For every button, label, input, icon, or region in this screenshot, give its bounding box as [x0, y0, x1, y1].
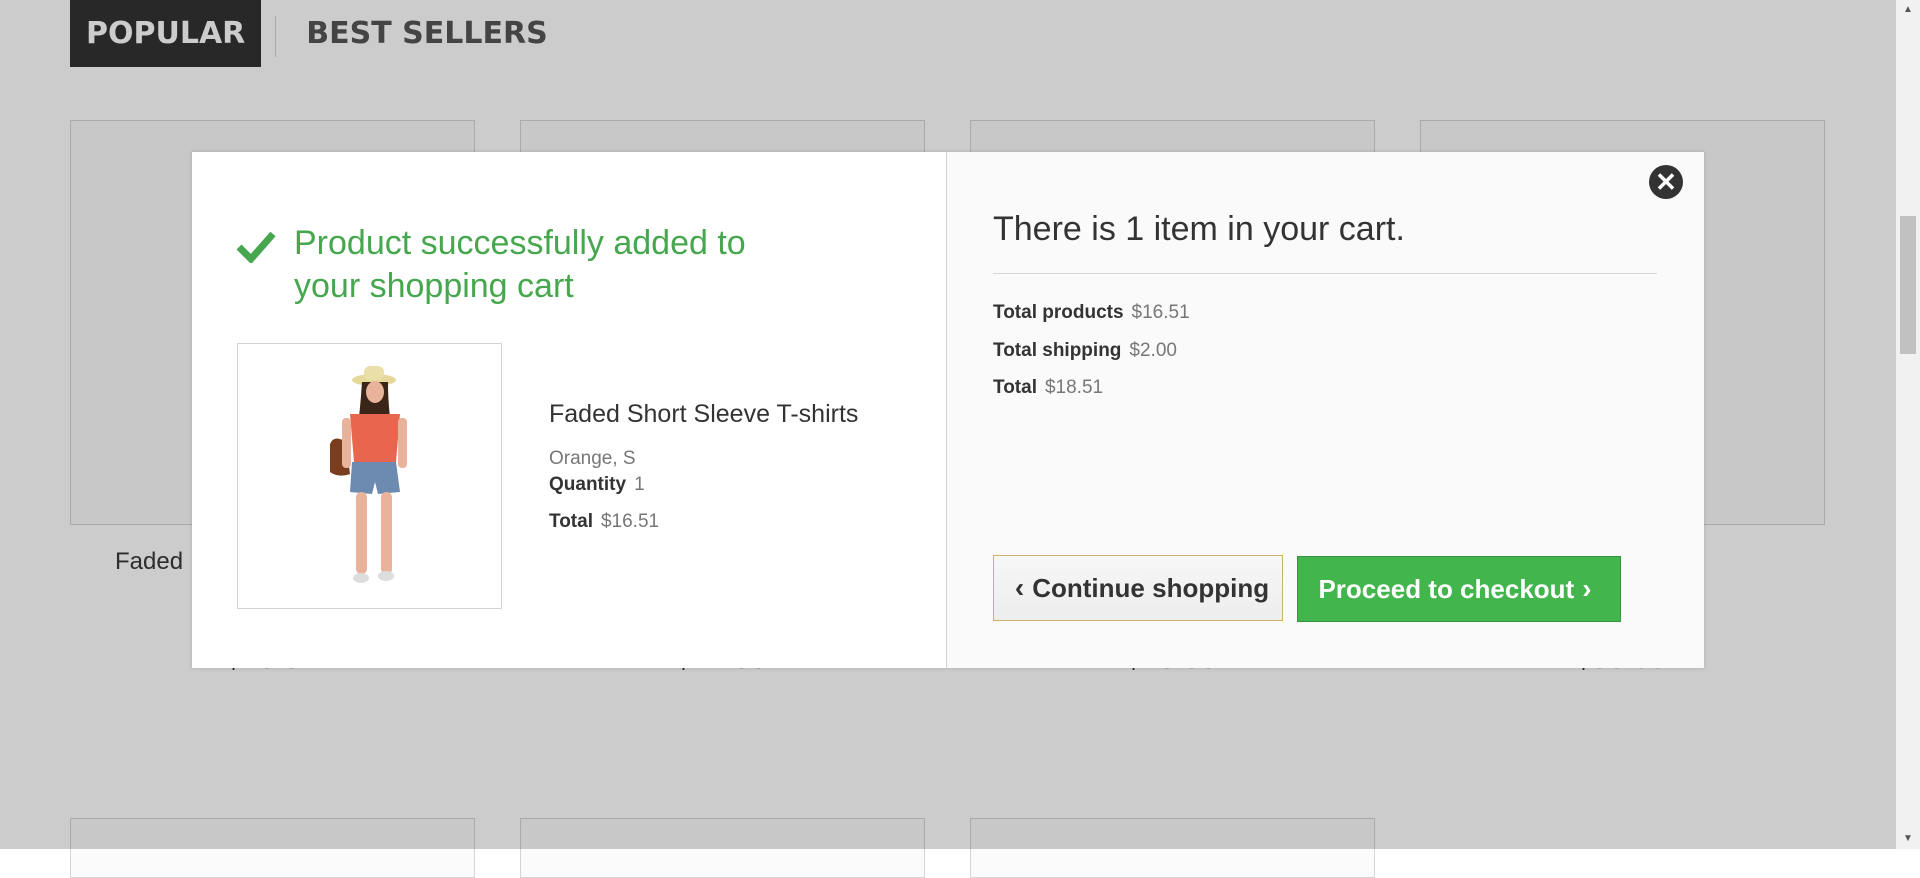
- proceed-to-checkout-button[interactable]: Proceed to checkout ›: [1297, 556, 1621, 622]
- total-shipping-row: Total shipping $2.00: [993, 340, 1177, 362]
- cart-heading: There is 1 item in your cart.: [993, 210, 1405, 248]
- total-shipping-value: $2.00: [1129, 340, 1177, 361]
- cart-total-label: Total: [993, 377, 1037, 398]
- total-products-value: $16.51: [1131, 302, 1190, 323]
- product-total-value: $16.51: [600, 511, 660, 532]
- add-to-cart-modal: Product successfully added to your shopp…: [192, 152, 1704, 668]
- total-shipping-label: Total shipping: [993, 340, 1122, 361]
- checkmark-icon: [236, 231, 276, 263]
- scroll-down-icon[interactable]: ▼: [1896, 829, 1920, 849]
- proceed-to-checkout-label: Proceed to checkout: [1318, 573, 1575, 604]
- cart-total-value: $18.51: [1044, 377, 1104, 398]
- quantity-label: Quantity: [549, 474, 627, 495]
- added-product-panel: Product successfully added to your shopp…: [192, 152, 947, 668]
- chevron-left-icon: ‹: [1014, 572, 1025, 603]
- scroll-up-icon[interactable]: ▲: [1896, 0, 1920, 20]
- scrollbar-thumb[interactable]: [1900, 216, 1916, 354]
- total-products-label: Total products: [993, 302, 1124, 323]
- product-quantity-row: Quantity 1: [549, 474, 645, 496]
- continue-shopping-label: Continue shopping: [1032, 572, 1270, 603]
- chevron-right-icon: ›: [1582, 573, 1592, 604]
- cart-summary-panel: ✕ There is 1 item in your cart. Total pr…: [947, 152, 1704, 668]
- continue-shopping-button[interactable]: ‹ Continue shopping: [993, 555, 1283, 621]
- product-photo-illustration: [330, 366, 407, 583]
- divider: [993, 273, 1657, 274]
- product-name: Faded Short Sleeve T-shirts: [549, 400, 859, 428]
- vertical-scrollbar[interactable]: ▲ ▼: [1896, 0, 1920, 849]
- close-icon[interactable]: ✕: [1649, 165, 1683, 199]
- product-total-label: Total: [549, 511, 593, 532]
- product-image: [237, 343, 502, 609]
- cart-total-row: Total $18.51: [993, 377, 1103, 399]
- total-products-row: Total products $16.51: [993, 302, 1190, 324]
- product-attributes: Orange, S: [549, 448, 636, 469]
- quantity-value: 1: [634, 474, 645, 495]
- success-message: Product successfully added to your shopp…: [294, 224, 746, 305]
- product-total-row: Total $16.51: [549, 511, 659, 533]
